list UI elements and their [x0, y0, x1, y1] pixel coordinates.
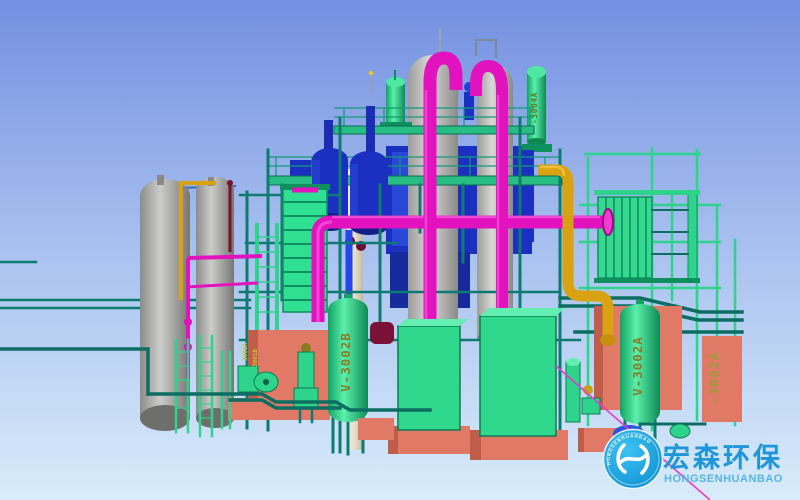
tag-3002a-far-right: -3002A: [708, 352, 723, 405]
green-box-tank-b: [470, 308, 568, 460]
vessel-v3002a-label: V-3002A: [630, 336, 645, 396]
pump-tag-a: 3001A: [242, 343, 249, 361]
maroon-vessel: [370, 322, 394, 344]
small-pump-by-logo: [670, 424, 690, 438]
plant-model-canvas: -3004A: [0, 0, 800, 500]
vessel-v3002b-label: V-3002B: [338, 332, 353, 392]
company-name-en: HONGSENHUANBAO: [664, 473, 783, 485]
company-name-cn: 宏森环保: [663, 442, 783, 473]
plant-3d-render: -3004A: [0, 0, 800, 500]
pipe-flange-icon: [603, 209, 613, 235]
green-box-tank-a: [388, 319, 470, 454]
vessel-v3002a: V-3002A: [620, 300, 660, 440]
pump-tag-b: 3001B: [252, 349, 259, 367]
